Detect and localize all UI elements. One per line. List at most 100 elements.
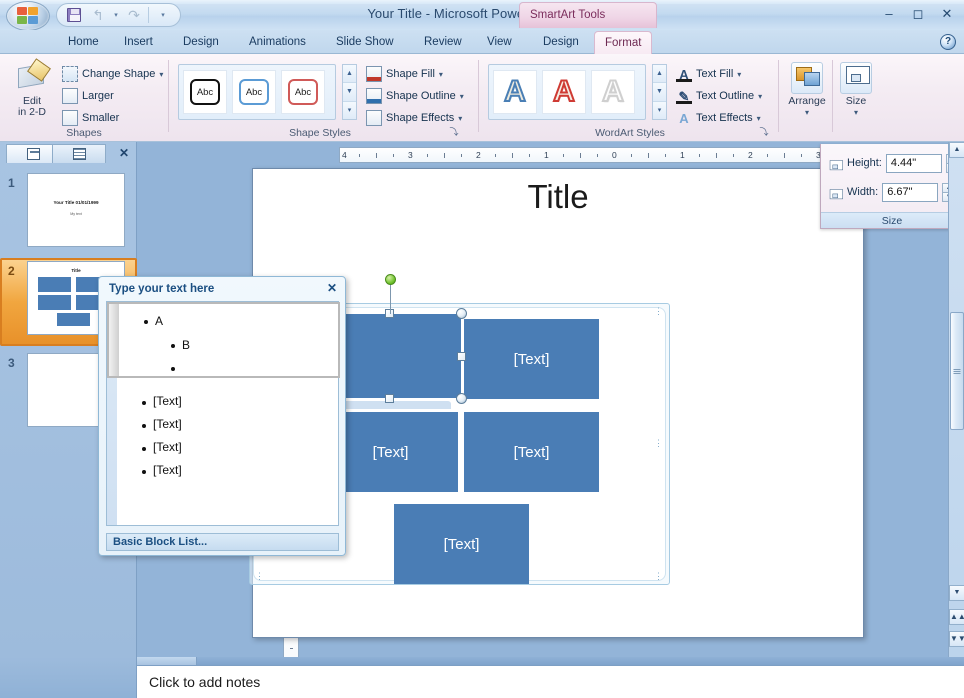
- tab-smartart-format[interactable]: Format: [594, 31, 653, 55]
- gallery-scroll-up-icon[interactable]: ▲: [343, 65, 356, 84]
- arrange-button[interactable]: Arrange ▾: [784, 62, 830, 118]
- shape-fill-icon: [366, 66, 382, 82]
- scrollbar-thumb[interactable]: [950, 312, 964, 430]
- slide-number: 1: [8, 176, 15, 190]
- wordart-style-item[interactable]: A: [591, 70, 635, 114]
- resize-handle-bottomcenter[interactable]: [385, 394, 394, 403]
- tab-review[interactable]: Review: [414, 32, 472, 54]
- gallery-scroll-up-icon[interactable]: ▲: [653, 65, 666, 84]
- close-panel-button[interactable]: ✕: [119, 146, 129, 160]
- shape-effects-button[interactable]: Shape Effects ▾: [366, 108, 462, 128]
- text-pane-body[interactable]: A B [Text] [Text] [Text] [Text]: [106, 301, 340, 526]
- resize-handle-topright[interactable]: [456, 308, 467, 319]
- rotate-handle[interactable]: [385, 274, 396, 285]
- width-input[interactable]: 6.67": [882, 182, 939, 202]
- larger-icon: [62, 88, 78, 104]
- slide-vertical-scrollbar[interactable]: ▲ ▼ ▲▲ ▼▼: [948, 142, 964, 657]
- chevron-down-icon: ▾: [737, 69, 742, 79]
- tab-slideshow[interactable]: Slide Show: [326, 32, 404, 54]
- resize-handle-midright[interactable]: [457, 352, 466, 361]
- gallery-more-icon[interactable]: ▾: [653, 101, 666, 119]
- text-pane-layout-name[interactable]: Basic Block List...: [106, 533, 339, 551]
- wordart-gallery-scroll[interactable]: ▲ ▼ ▾: [652, 64, 667, 120]
- gallery-scroll-down-icon[interactable]: ▼: [653, 83, 666, 102]
- shape-style-item[interactable]: Abc: [281, 70, 325, 114]
- close-button[interactable]: ✕: [936, 5, 958, 23]
- smartart-node[interactable]: [Text]: [394, 504, 529, 584]
- ribbon-tabstrip: Home Insert Design Animations Slide Show…: [0, 30, 964, 55]
- previous-slide-button[interactable]: ▲▲: [949, 609, 964, 625]
- text-pane-selected-group[interactable]: A B: [107, 302, 340, 378]
- text-pane-line[interactable]: [Text]: [153, 417, 182, 431]
- scroll-down-button[interactable]: ▼: [949, 585, 964, 601]
- text-effects-button[interactable]: A Text Effects ▾: [676, 108, 760, 128]
- window-controls: – ◻ ✕: [878, 5, 958, 23]
- smartart-node[interactable]: [Text]: [464, 319, 599, 399]
- smartart-handle-bottomleft[interactable]: ⋮: [255, 572, 265, 581]
- size-pane: Height: 4.44" ▲ ▼ Width: 6.67" ▲ ▼ Size: [820, 144, 964, 229]
- bullet-icon: [142, 401, 146, 405]
- slide-number: 3: [8, 356, 15, 370]
- chevron-down-icon: ▾: [459, 91, 464, 101]
- wordart-style-item[interactable]: A: [542, 70, 586, 114]
- gallery-more-icon[interactable]: ▾: [343, 101, 356, 119]
- shape-style-item[interactable]: Abc: [232, 70, 276, 114]
- smartart-handle-topright[interactable]: ⋮: [654, 307, 664, 316]
- wordart-style-item[interactable]: A: [493, 70, 537, 114]
- shape-styles-gallery[interactable]: Abc Abc Abc: [178, 64, 336, 120]
- larger-button[interactable]: Larger: [62, 86, 114, 106]
- smartart-handle-bottomright[interactable]: ⋮: [654, 572, 664, 581]
- text-pane-close-button[interactable]: ✕: [327, 281, 337, 295]
- outline-tab[interactable]: [52, 144, 106, 163]
- text-outline-label: Text Outline: [696, 90, 755, 102]
- chevron-down-icon: ▾: [159, 69, 164, 79]
- tab-smartart-design[interactable]: Design: [533, 32, 589, 54]
- notes-splitter-grabber[interactable]: [137, 657, 197, 665]
- text-outline-button[interactable]: ✎ Text Outline ▾: [676, 86, 762, 106]
- slides-panel-tabs: ✕: [0, 144, 137, 164]
- next-slide-button[interactable]: ▼▼: [949, 631, 964, 647]
- tab-home[interactable]: Home: [58, 32, 109, 54]
- smartart-handle-right[interactable]: ⋮: [654, 439, 664, 448]
- text-pane-line[interactable]: A: [155, 314, 163, 328]
- text-fill-button[interactable]: A Text Fill ▾: [676, 64, 741, 84]
- tab-animations[interactable]: Animations: [239, 32, 316, 54]
- tab-insert[interactable]: Insert: [114, 32, 163, 54]
- wordart-styles-gallery[interactable]: A A A: [488, 64, 646, 120]
- panel-bottom-filler: [0, 657, 137, 698]
- notes-splitter[interactable]: [137, 657, 964, 665]
- maximize-button[interactable]: ◻: [907, 5, 929, 23]
- smartart-node[interactable]: [Text]: [464, 412, 599, 492]
- ruler-label: 4: [342, 150, 347, 160]
- group-divider: [478, 60, 479, 132]
- smartart-text-pane[interactable]: Type your text here ✕ A B [Text] [Text] …: [98, 276, 346, 556]
- size-button[interactable]: Size ▾: [837, 62, 875, 118]
- smaller-button[interactable]: Smaller: [62, 108, 119, 128]
- shape-outline-button[interactable]: Shape Outline ▾: [366, 86, 464, 106]
- text-pane-line[interactable]: [Text]: [153, 463, 182, 477]
- slide-title-placeholder[interactable]: Title: [253, 178, 863, 216]
- height-input[interactable]: 4.44": [885, 153, 942, 173]
- notes-pane[interactable]: Click to add notes: [137, 665, 964, 698]
- height-label: Height:: [847, 157, 882, 169]
- outline-tab-icon: [72, 148, 86, 160]
- text-pane-line[interactable]: B: [182, 338, 190, 352]
- change-shape-button[interactable]: Change Shape ▾: [62, 64, 163, 84]
- scroll-up-button[interactable]: ▲: [949, 142, 964, 158]
- shape-style-item[interactable]: Abc: [183, 70, 227, 114]
- ribbon-group-wordart-styles: A A A ▲ ▼ ▾ A Text Fill ▾ ✎ Text Outline…: [480, 56, 780, 140]
- shape-styles-gallery-scroll[interactable]: ▲ ▼ ▾: [342, 64, 357, 120]
- gallery-scroll-down-icon[interactable]: ▼: [343, 83, 356, 102]
- text-pane-line[interactable]: [Text]: [153, 394, 182, 408]
- slide-thumbnail-1[interactable]: 1 Your Title 01/01/1999 My text: [0, 170, 137, 258]
- text-pane-title: Type your text here: [109, 283, 215, 295]
- edit-in-2d-button[interactable]: Edit in 2-D: [6, 62, 58, 118]
- minimize-button[interactable]: –: [878, 5, 900, 23]
- tab-view[interactable]: View: [477, 32, 522, 54]
- text-pane-line[interactable]: [Text]: [153, 440, 182, 454]
- thumb-title-text: Your Title 01/01/1999: [53, 200, 99, 205]
- resize-handle-bottomright[interactable]: [456, 393, 467, 404]
- tab-design[interactable]: Design: [173, 32, 229, 54]
- shape-fill-button[interactable]: Shape Fill ▾: [366, 64, 443, 84]
- help-icon[interactable]: ?: [940, 34, 956, 50]
